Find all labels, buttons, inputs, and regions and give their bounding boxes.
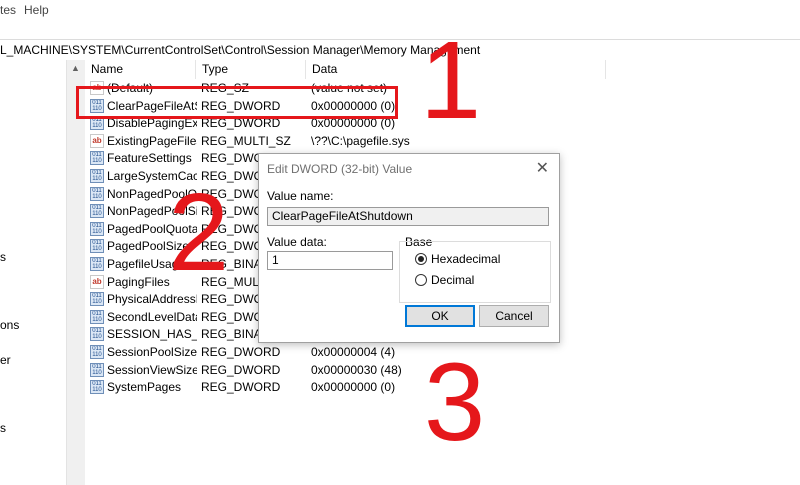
cancel-button[interactable]: Cancel	[479, 305, 549, 327]
binary-value-icon: 011 110	[90, 186, 104, 201]
decimal-radio[interactable]	[415, 274, 427, 286]
tree-item[interactable]: s	[0, 421, 6, 435]
tree-pane: s ons er s	[0, 60, 66, 485]
binary-value-icon: 011 110	[90, 309, 104, 324]
row-type: REG_DWORD	[201, 380, 281, 395]
binary-value-icon: 011 110	[90, 221, 104, 236]
row-type: REG_MULTI_SZ	[201, 133, 291, 148]
menu-item-favorites[interactable]: tes	[0, 3, 16, 17]
close-icon[interactable]: ✕	[536, 158, 549, 178]
binary-value-icon: 011 110	[90, 257, 104, 271]
address-bar[interactable]: L_MACHINE\SYSTEM\CurrentControlSet\Contr…	[0, 39, 800, 61]
string-value-icon: ab	[90, 133, 104, 148]
highlight-box-value	[76, 86, 398, 119]
hexadecimal-radio[interactable]	[415, 253, 427, 265]
menu-bar: tes Help	[0, 0, 800, 20]
hexadecimal-label[interactable]: Hexadecimal	[431, 252, 500, 266]
tree-item[interactable]: ons	[0, 318, 19, 332]
ok-button[interactable]: OK	[405, 305, 475, 327]
row-data: 0x00000030 (48)	[311, 362, 402, 377]
binary-value-icon: 011 110	[90, 362, 104, 377]
base-group	[399, 241, 551, 303]
row-type: REG_DWORD	[201, 362, 281, 377]
value-data-label: Value data:	[267, 235, 327, 249]
binary-value-icon: 011 110	[90, 169, 104, 183]
value-name-label: Value name:	[267, 189, 334, 203]
value-data-input[interactable]: 1	[267, 251, 393, 270]
row-name: SessionPoolSize	[107, 345, 197, 359]
tree-item[interactable]: s	[0, 250, 6, 264]
row-name: SessionViewSize	[107, 362, 197, 377]
binary-value-icon: 011 110	[90, 380, 104, 395]
row-name: SystemPages	[107, 380, 182, 395]
step-number-2: 2	[168, 171, 230, 294]
binary-value-icon: 011 110	[90, 292, 104, 307]
row-data: 0x00000000 (0)	[311, 380, 396, 395]
dialog-title: Edit DWORD (32-bit) Value	[267, 162, 413, 176]
tree-item[interactable]: er	[0, 353, 11, 367]
row-name: FeatureSettings	[107, 151, 192, 166]
row-name: ExistingPageFiles	[107, 133, 197, 148]
row-type: REG_DWORD	[201, 345, 281, 359]
scroll-up-icon[interactable]: ▲	[71, 63, 80, 73]
menu-item-help[interactable]: Help	[24, 3, 49, 17]
edit-dword-dialog: Edit DWORD (32-bit) Value ✕ Value name: …	[258, 153, 560, 343]
binary-value-icon: 011 110	[90, 204, 104, 219]
string-value-icon: ab	[90, 274, 104, 289]
row-data: 0x00000004 (4)	[311, 345, 396, 359]
step-number-1: 1	[420, 19, 482, 142]
column-header-name[interactable]: Name	[85, 60, 196, 79]
decimal-label[interactable]: Decimal	[431, 273, 474, 287]
step-number-3: 3	[424, 341, 486, 464]
address-path[interactable]: L_MACHINE\SYSTEM\CurrentControlSet\Contr…	[0, 43, 480, 57]
row-name: SecondLevelData...	[107, 309, 197, 324]
binary-value-icon: 011 110	[90, 345, 104, 359]
binary-value-icon: 011 110	[90, 239, 104, 254]
value-name-field: ClearPageFileAtShutdown	[267, 207, 549, 226]
binary-value-icon: 011 110	[90, 151, 104, 166]
row-name: PhysicalAddressE...	[107, 292, 197, 307]
row-data: \??\C:\pagefile.sys	[311, 133, 410, 148]
row-name: SESSION_HAS_V...	[107, 327, 197, 342]
tree-scrollbar[interactable]: ▲	[66, 60, 85, 485]
binary-value-icon: 011 110	[90, 327, 104, 342]
column-header-type[interactable]: Type	[196, 60, 306, 79]
